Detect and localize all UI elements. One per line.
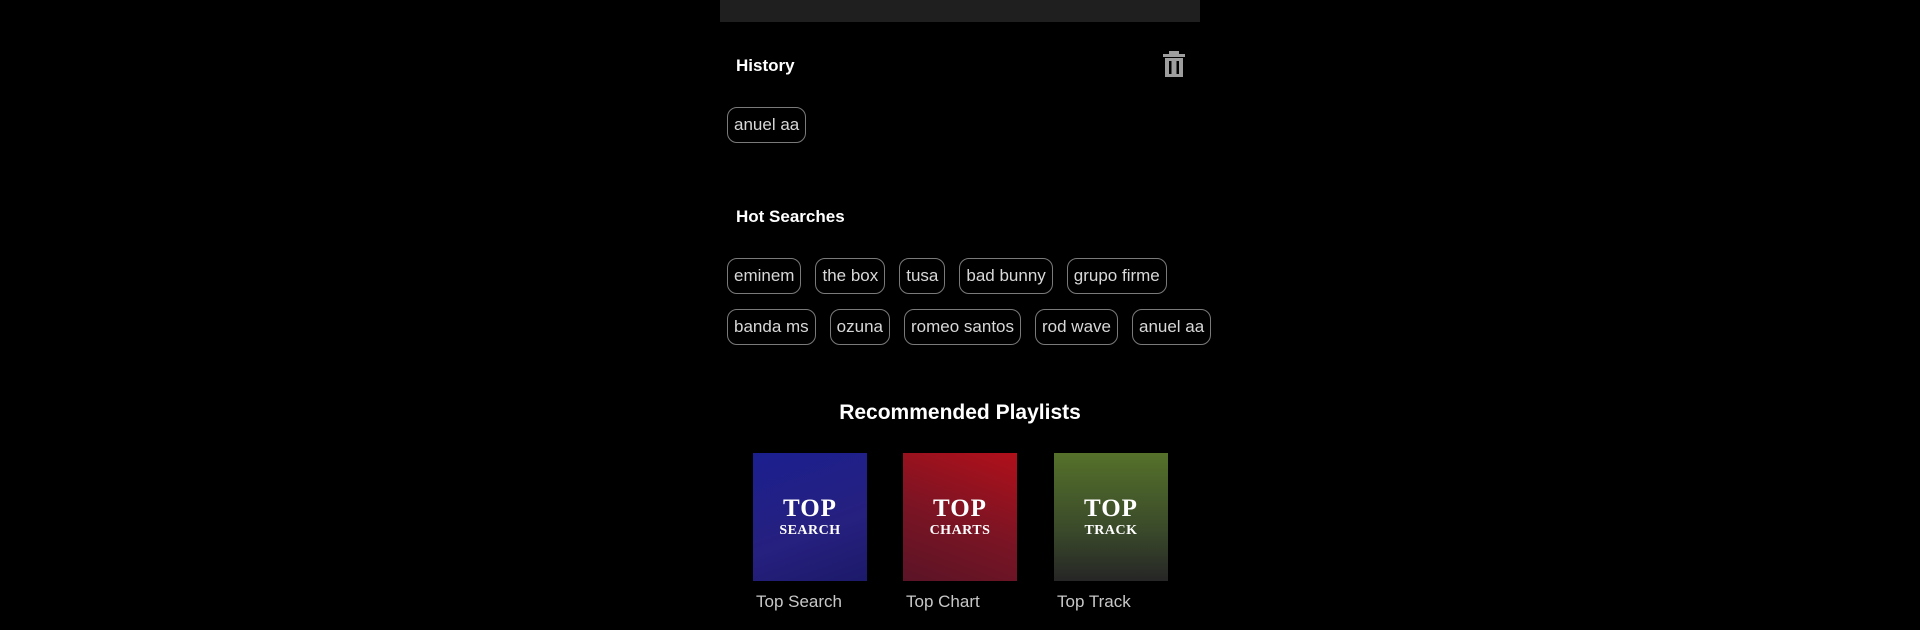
- playlist-label: Top Chart: [906, 592, 980, 611]
- trash-icon[interactable]: [1161, 50, 1187, 78]
- hot-search-chip[interactable]: romeo santos: [904, 309, 1021, 345]
- playlist-top-chart[interactable]: TOP CHARTS Top Chart: [903, 453, 1017, 612]
- hot-searches-row-2: banda ms ozuna romeo santos rod wave anu…: [727, 309, 1212, 345]
- cover-subtitle: TRACK: [1084, 522, 1138, 538]
- history-chip[interactable]: anuel aa: [727, 107, 807, 143]
- hot-search-chip[interactable]: eminem: [727, 258, 802, 294]
- playlist-top-track[interactable]: TOP TRACK Top Track: [1054, 453, 1168, 612]
- cover-title: TOP: [783, 494, 837, 522]
- hot-search-chip[interactable]: the box: [815, 258, 886, 294]
- hot-search-chip[interactable]: anuel aa: [1131, 309, 1212, 345]
- playlist-label: Top Search: [756, 592, 842, 611]
- hot-search-chip[interactable]: grupo firme: [1066, 258, 1167, 294]
- history-title: History: [736, 56, 795, 75]
- cover-subtitle: SEARCH: [779, 522, 841, 538]
- cover-title: TOP: [933, 494, 987, 522]
- hot-searches-title: Hot Searches: [736, 207, 845, 226]
- hot-search-chip[interactable]: banda ms: [727, 309, 816, 345]
- search-bar[interactable]: [720, 0, 1200, 22]
- playlist-cover[interactable]: TOP SEARCH: [753, 453, 867, 581]
- cover-subtitle: CHARTS: [929, 522, 991, 538]
- search-screen: History anuel aa Hot Searches eminem the…: [720, 0, 1212, 630]
- hot-search-chip[interactable]: ozuna: [829, 309, 890, 345]
- hot-search-chip[interactable]: rod wave: [1035, 309, 1118, 345]
- playlist-cover[interactable]: TOP TRACK: [1054, 453, 1168, 581]
- playlist-cover[interactable]: TOP CHARTS: [903, 453, 1017, 581]
- hot-searches-row-1: eminem the box tusa bad bunny grupo firm…: [727, 258, 1167, 294]
- playlist-top-search[interactable]: TOP SEARCH Top Search: [753, 453, 867, 612]
- history-list: anuel aa: [727, 107, 807, 143]
- hot-search-chip[interactable]: tusa: [899, 258, 946, 294]
- recommended-playlists-title: Recommended Playlists: [839, 401, 1081, 424]
- playlist-label: Top Track: [1057, 592, 1131, 611]
- cover-title: TOP: [1084, 494, 1138, 522]
- hot-search-chip[interactable]: bad bunny: [959, 258, 1053, 294]
